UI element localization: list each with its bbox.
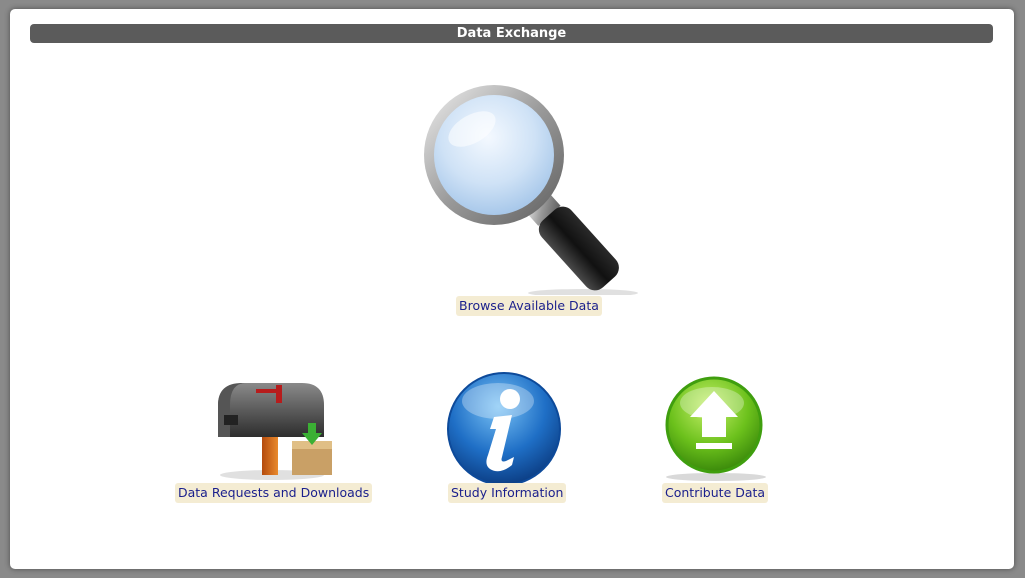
data-requests-tile[interactable] — [212, 375, 332, 483]
upload-arrow-icon — [665, 376, 766, 481]
contribute-data-tile[interactable] — [656, 371, 776, 483]
study-info-tile[interactable] — [446, 371, 562, 487]
data-requests-link[interactable]: Data Requests and Downloads — [175, 483, 373, 503]
magnifying-glass-icon — [424, 85, 638, 295]
info-icon — [447, 372, 561, 486]
dialog-frame: Data Exchange Browse Available Data Data… — [10, 9, 1014, 569]
mailbox-icon — [218, 383, 332, 480]
study-info-link[interactable]: Study Information — [448, 483, 567, 503]
window-title: Data Exchange — [30, 24, 993, 43]
browse-data-tile[interactable] — [408, 69, 638, 295]
browse-data-link[interactable]: Browse Available Data — [456, 296, 602, 316]
contribute-data-link[interactable]: Contribute Data — [662, 483, 769, 503]
